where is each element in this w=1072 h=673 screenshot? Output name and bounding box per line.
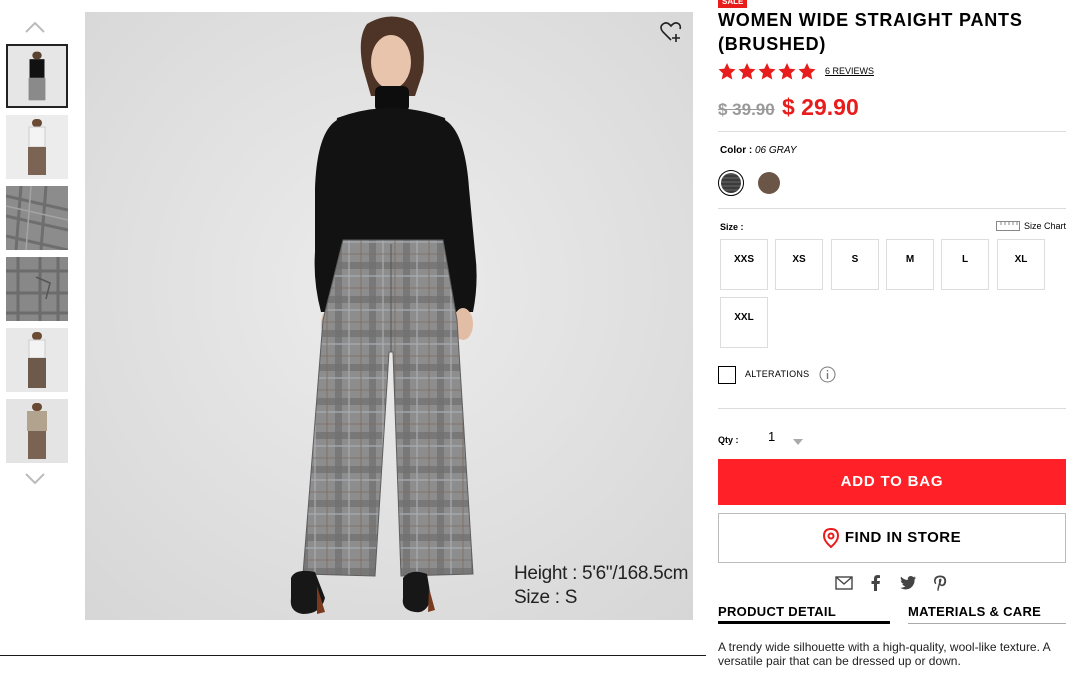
find-in-store-button[interactable]: FIND IN STORE xyxy=(718,513,1066,563)
rating-stars xyxy=(718,63,816,80)
sale-price: $ 29.90 xyxy=(782,94,859,120)
divider xyxy=(718,131,1066,132)
find-in-store-label: FIND IN STORE xyxy=(844,529,962,546)
location-pin-icon xyxy=(822,528,839,548)
original-price: $ 39.90 xyxy=(718,100,775,119)
thumbnail-up-arrow[interactable] xyxy=(24,20,46,34)
quantity-select[interactable]: 1 xyxy=(768,429,775,444)
tab-materials-care[interactable]: MATERIALS & CARE xyxy=(908,604,1066,624)
alterations-checkbox[interactable] xyxy=(718,366,736,384)
star-icon xyxy=(718,63,736,80)
size-chart-label: Size Chart xyxy=(1023,221,1066,231)
model-size: Size : S xyxy=(514,587,578,608)
size-option-m[interactable]: M xyxy=(886,239,934,290)
thumbnail-down-arrow[interactable] xyxy=(24,472,46,486)
model-illustration xyxy=(85,12,693,620)
model-height: Height : 5'6"/168.5cm xyxy=(514,563,689,584)
color-swatch-brown[interactable] xyxy=(758,172,780,194)
thumbnail-list xyxy=(6,44,68,470)
content-divider xyxy=(0,655,706,656)
reviews-link[interactable]: 6 REVIEWS xyxy=(825,66,874,76)
color-label: Color : 06 GRAY xyxy=(720,145,797,156)
thumbnail-5[interactable] xyxy=(6,328,68,392)
selected-color-name: 06 GRAY xyxy=(755,145,797,156)
size-chart-link[interactable]: Size Chart xyxy=(995,221,1066,231)
thumbnail-4[interactable] xyxy=(6,257,68,321)
size-option-xs[interactable]: XS xyxy=(775,239,823,290)
alterations-label: ALTERATIONS xyxy=(745,369,810,379)
share-bar xyxy=(835,574,949,592)
star-icon xyxy=(778,63,796,80)
pinterest-icon[interactable] xyxy=(931,574,949,592)
size-option-xl[interactable]: XL xyxy=(997,239,1045,290)
size-option-s[interactable]: S xyxy=(831,239,879,290)
info-icon[interactable] xyxy=(819,366,836,383)
main-product-image[interactable]: Height : 5'6"/168.5cm Size : S xyxy=(85,12,693,620)
email-icon[interactable] xyxy=(835,574,853,592)
chevron-down-icon[interactable] xyxy=(792,433,804,445)
star-icon xyxy=(738,63,756,80)
model-caption: Height : 5'6"/168.5cm Size : S xyxy=(514,562,688,610)
thumbnail-3[interactable] xyxy=(6,186,68,250)
size-option-l[interactable]: L xyxy=(941,239,989,290)
product-description: A trendy wide silhouette with a high-qua… xyxy=(718,640,1050,668)
tab-product-detail[interactable]: PRODUCT DETAIL xyxy=(718,604,890,624)
add-to-wishlist-heart-icon[interactable] xyxy=(659,20,683,44)
color-swatch-gray[interactable] xyxy=(718,170,744,196)
thumbnail-2[interactable] xyxy=(6,115,68,179)
star-icon xyxy=(758,63,776,80)
thumbnail-1[interactable] xyxy=(6,44,68,108)
facebook-icon[interactable] xyxy=(867,574,885,592)
star-icon xyxy=(798,63,816,80)
product-title: WOMEN WIDE STRAIGHT PANTS (BRUSHED) xyxy=(718,10,1023,54)
twitter-icon[interactable] xyxy=(899,574,917,592)
size-option-xxs[interactable]: XXS xyxy=(720,239,768,290)
add-to-bag-button[interactable]: ADD TO BAG xyxy=(718,459,1066,505)
size-label: Size : xyxy=(720,222,744,232)
size-option-xxl[interactable]: XXL xyxy=(720,297,768,348)
sale-badge: SALE xyxy=(718,0,748,8)
thumbnail-6[interactable] xyxy=(6,399,68,463)
ruler-icon xyxy=(995,221,1020,231)
divider xyxy=(718,408,1066,409)
divider xyxy=(718,208,1066,209)
quantity-label: Qty : xyxy=(718,435,739,445)
